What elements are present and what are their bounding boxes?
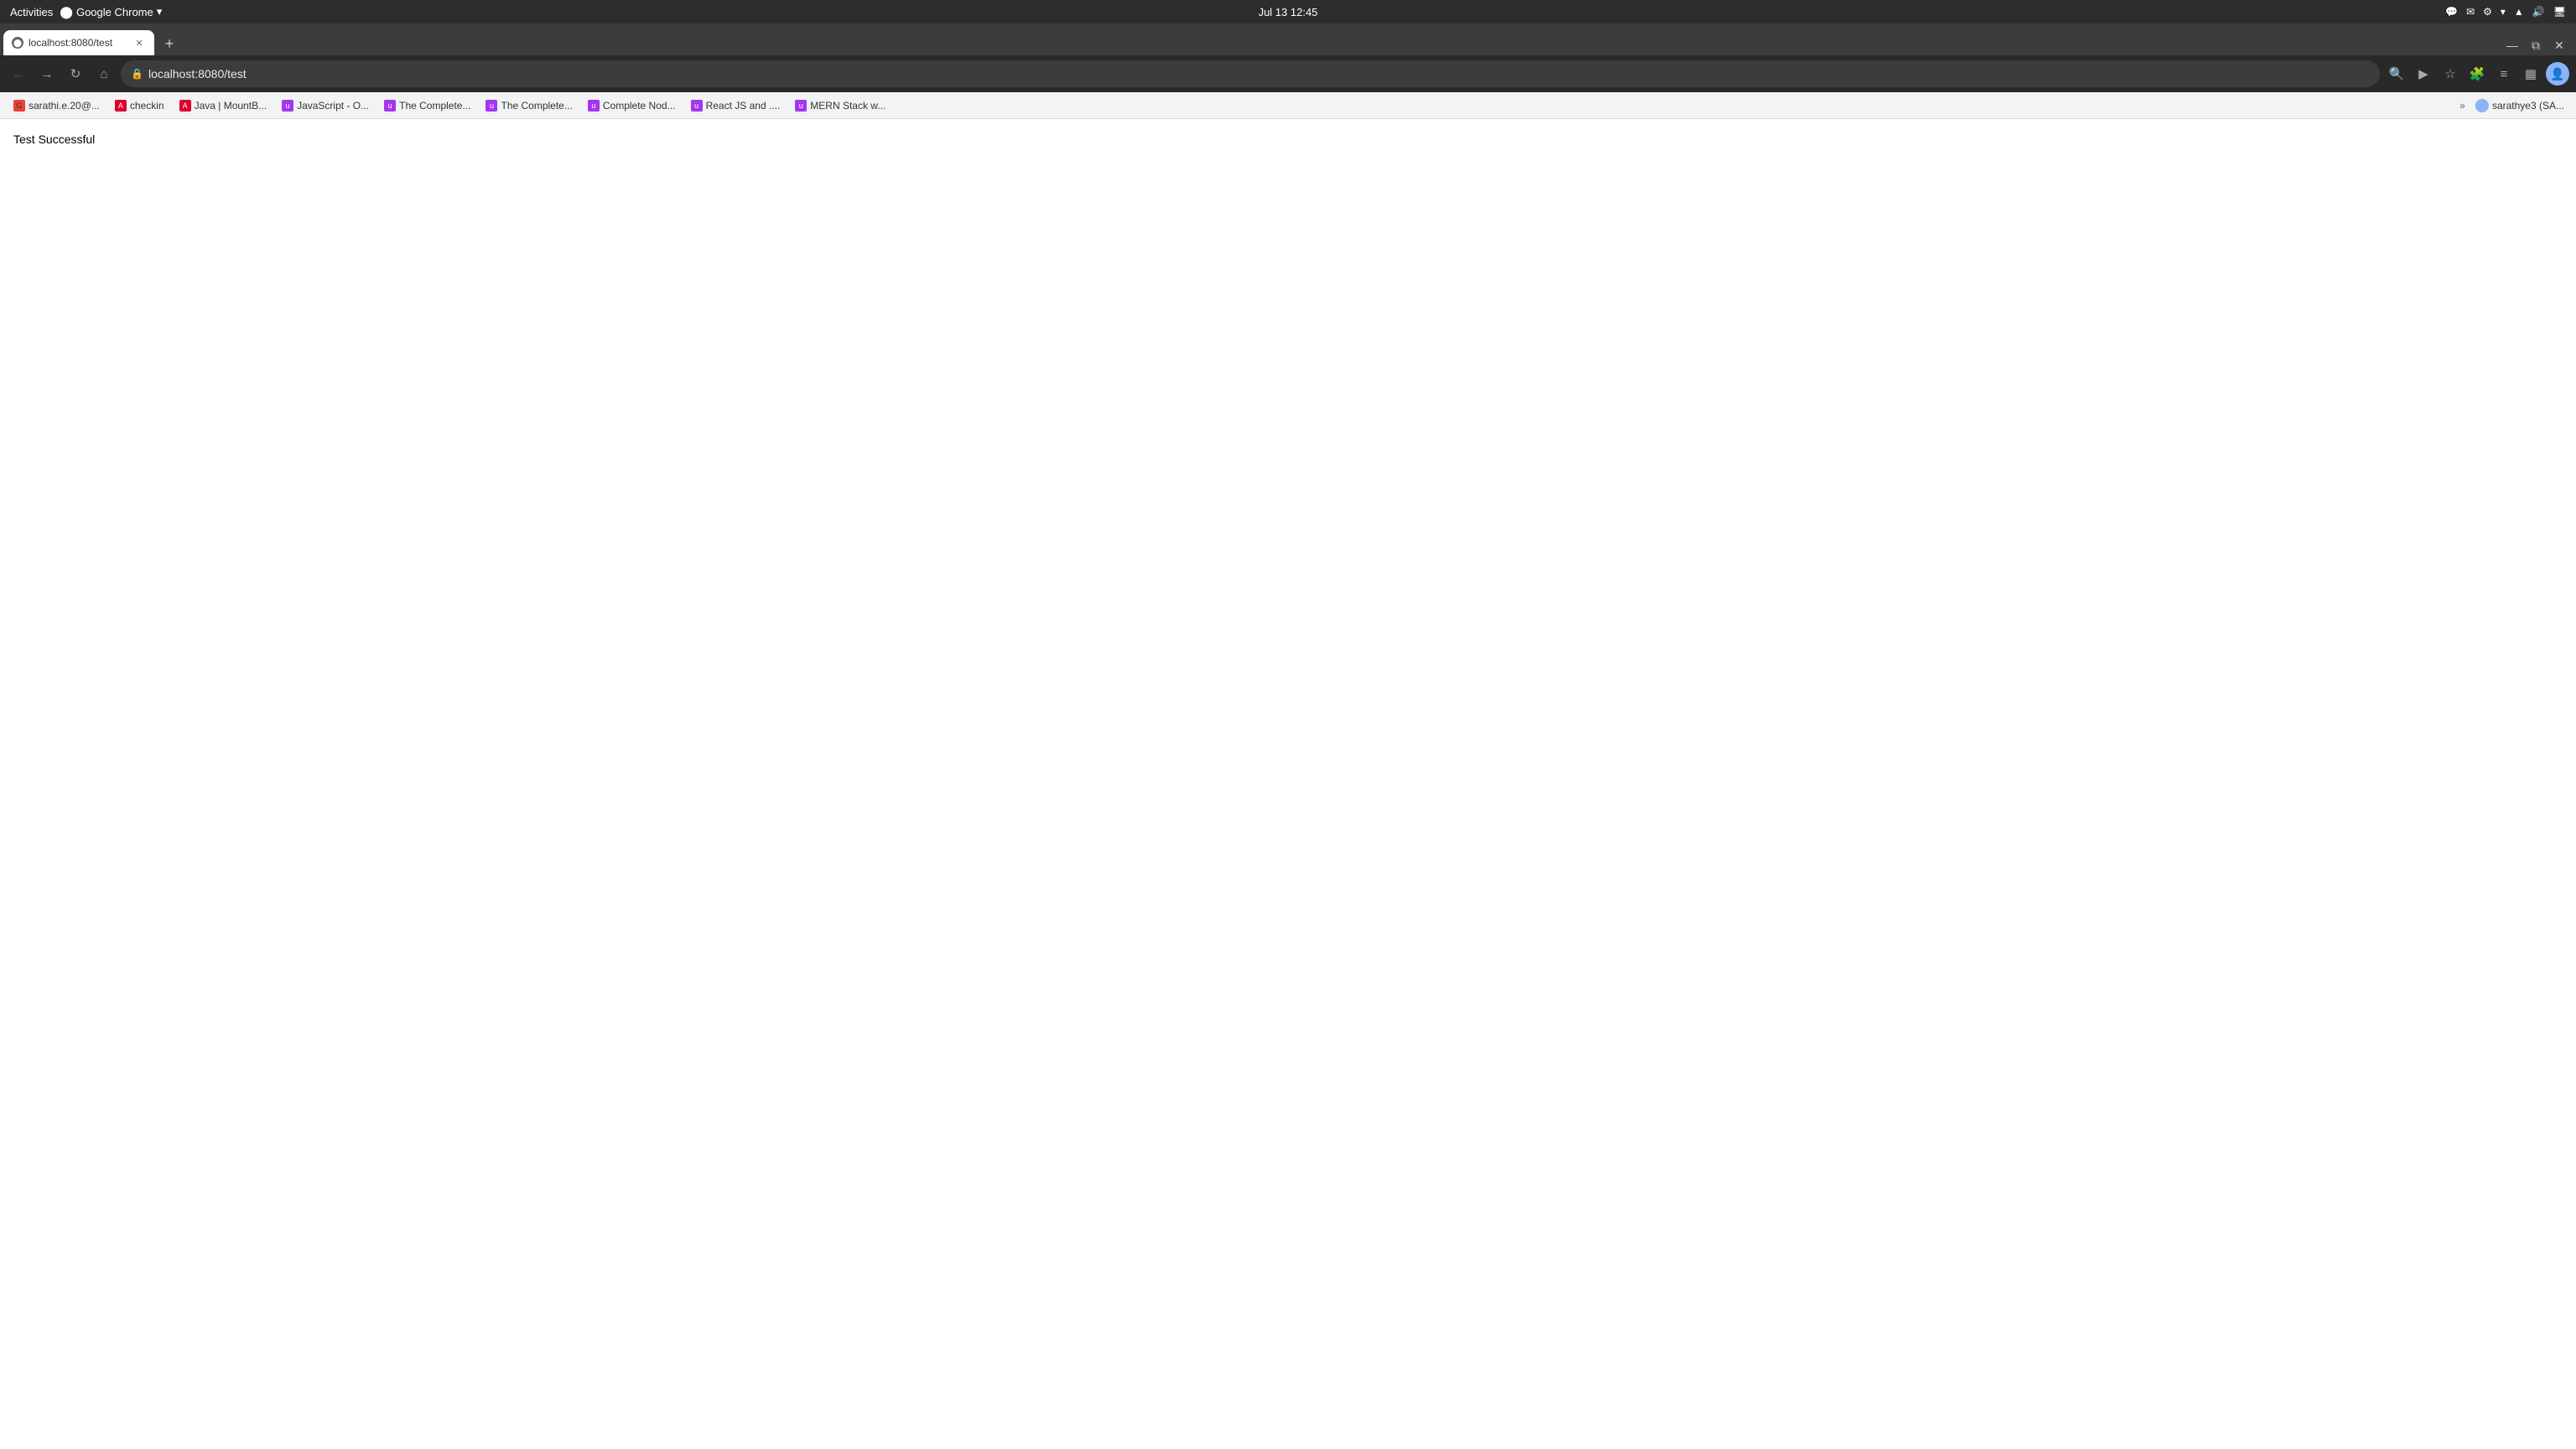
search-icon[interactable]: 🔍 bbox=[2385, 62, 2408, 86]
bookmark-node[interactable]: u Complete Nod... bbox=[581, 96, 683, 116]
profile-avatar-small bbox=[2475, 99, 2489, 112]
bookmark-label-mern: MERN Stack w... bbox=[810, 100, 886, 112]
forward-button[interactable]: → bbox=[35, 62, 59, 86]
reload-button[interactable]: ↻ bbox=[64, 62, 87, 86]
back-button[interactable]: ← bbox=[7, 62, 30, 86]
bookmark-label-node: Complete Nod... bbox=[603, 100, 676, 112]
profile-section[interactable]: sarathye3 (SA... bbox=[2470, 97, 2569, 114]
home-button[interactable]: ⌂ bbox=[92, 62, 116, 86]
extension-icon[interactable]: 🧩 bbox=[2465, 62, 2489, 86]
bookmark-label-checkin: checkin bbox=[130, 100, 164, 112]
wifi-icon[interactable]: ▲ bbox=[2514, 6, 2524, 18]
bookmark-complete2[interactable]: u The Complete... bbox=[479, 96, 579, 116]
bookmark-sarathi[interactable]: G sarathi.e.20@... bbox=[7, 96, 106, 116]
play-icon[interactable]: ▶ bbox=[2412, 62, 2435, 86]
screen-icon[interactable]: 🖥 bbox=[2553, 6, 2566, 18]
profile-avatar[interactable]: 👤 bbox=[2546, 62, 2569, 86]
bookmark-label-complete2: The Complete... bbox=[501, 100, 572, 112]
bookmark-favicon-node: u bbox=[588, 100, 600, 112]
page-text: Test Successful bbox=[13, 132, 95, 146]
profile-label: sarathye3 (SA... bbox=[2492, 100, 2564, 112]
bookmark-favicon-react: u bbox=[691, 100, 703, 112]
bookmark-label-complete1: The Complete... bbox=[399, 100, 470, 112]
bookmarks-bar: G sarathi.e.20@... A checkin A Java | Mo… bbox=[0, 92, 2576, 119]
os-system-icons: 💬 ✉ ⚙ ▾ ▲ 🔊 🖥 bbox=[2445, 6, 2566, 18]
bookmark-favicon-sarathi: G bbox=[13, 100, 25, 112]
bookmarks-more[interactable]: » bbox=[2456, 98, 2469, 113]
lock-icon: 🔒 bbox=[131, 68, 143, 80]
sidebar-icon[interactable]: ▦ bbox=[2519, 62, 2542, 86]
tab-bar: ⬤ localhost:8080/test ✕ + bbox=[0, 23, 181, 55]
tablist-icon[interactable]: ≡ bbox=[2492, 62, 2516, 86]
bookmark-favicon-mern: u bbox=[795, 100, 807, 112]
discord-icon[interactable]: 💬 bbox=[2445, 6, 2458, 18]
addressbar-actions: 🔍 ▶ ☆ 🧩 ≡ ▦ 👤 bbox=[2385, 62, 2569, 86]
url-display: localhost:8080/test bbox=[148, 67, 2370, 80]
bookmark-favicon-javascript: u bbox=[282, 100, 293, 112]
dropdown-icon[interactable]: ▾ bbox=[2501, 6, 2506, 18]
address-bar-input[interactable]: 🔒 localhost:8080/test bbox=[121, 60, 2380, 87]
bookmark-favicon-complete2: u bbox=[486, 100, 497, 112]
tab-favicon: ⬤ bbox=[12, 37, 23, 49]
bookmark-javascript[interactable]: u JavaScript - O... bbox=[275, 96, 376, 116]
new-tab-button[interactable]: + bbox=[158, 32, 181, 55]
os-topbar-left: Activities ⬤ Google Chrome ▾ bbox=[10, 5, 162, 19]
bookmark-checkin[interactable]: A checkin bbox=[108, 96, 171, 116]
tab-close-button[interactable]: ✕ bbox=[132, 36, 146, 49]
bookmark-mern[interactable]: u MERN Stack w... bbox=[788, 96, 892, 116]
bookmark-icon[interactable]: ☆ bbox=[2438, 62, 2462, 86]
bookmark-favicon-complete1: u bbox=[384, 100, 396, 112]
os-topbar: Activities ⬤ Google Chrome ▾ Jul 13 12:4… bbox=[0, 0, 2576, 23]
maximize-button[interactable]: ⧉ bbox=[2526, 35, 2546, 55]
chrome-titlebar: ⬤ localhost:8080/test ✕ + — ⧉ ✕ bbox=[0, 23, 2576, 55]
titlebar-spacer: — ⧉ ✕ bbox=[181, 35, 2576, 55]
bookmark-favicon-checkin: A bbox=[115, 100, 127, 112]
bookmark-java[interactable]: A Java | MountB... bbox=[173, 96, 274, 116]
tab-title: localhost:8080/test bbox=[29, 37, 127, 49]
activities-label[interactable]: Activities bbox=[10, 6, 53, 18]
close-button[interactable]: ✕ bbox=[2549, 35, 2569, 55]
bookmark-label-javascript: JavaScript - O... bbox=[297, 100, 369, 112]
bookmark-label-react: React JS and .... bbox=[706, 100, 781, 112]
mail-icon[interactable]: ✉ bbox=[2466, 6, 2475, 18]
bookmark-favicon-java: A bbox=[179, 100, 191, 112]
os-datetime: Jul 13 12:45 bbox=[1259, 6, 1318, 18]
bookmark-react[interactable]: u React JS and .... bbox=[684, 96, 787, 116]
bookmark-label-java: Java | MountB... bbox=[195, 100, 267, 112]
active-tab[interactable]: ⬤ localhost:8080/test ✕ bbox=[3, 30, 154, 55]
browser-label: ⬤ Google Chrome ▾ bbox=[60, 5, 162, 19]
settings-icon[interactable]: ⚙ bbox=[2483, 6, 2492, 18]
bookmark-complete1[interactable]: u The Complete... bbox=[377, 96, 477, 116]
volume-icon[interactable]: 🔊 bbox=[2532, 6, 2545, 18]
minimize-button[interactable]: — bbox=[2502, 35, 2522, 55]
page-content: Test Successful bbox=[0, 119, 2576, 1449]
addressbar: ← → ↻ ⌂ 🔒 localhost:8080/test 🔍 ▶ ☆ 🧩 ≡ … bbox=[0, 55, 2576, 92]
bookmark-label-sarathi: sarathi.e.20@... bbox=[29, 100, 100, 112]
